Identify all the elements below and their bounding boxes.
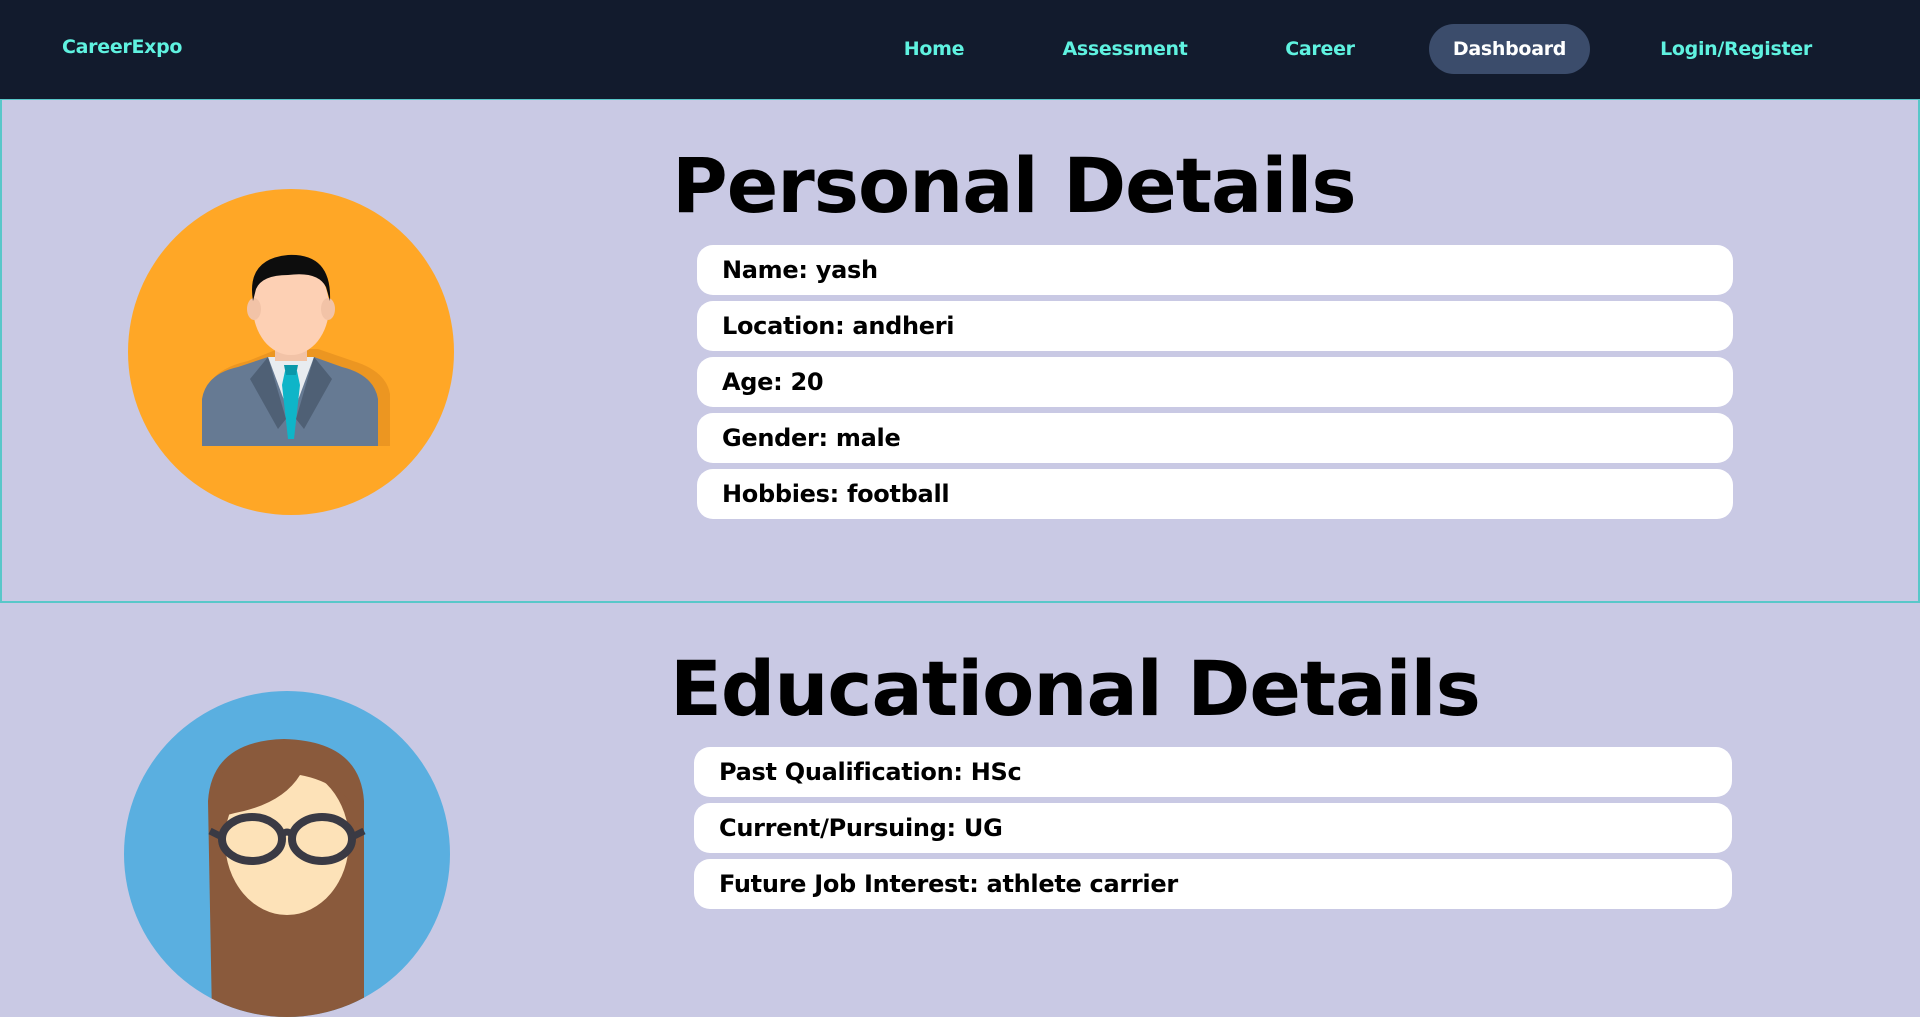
personal-details-title: Personal Details <box>672 141 1357 230</box>
detail-row-future-job-interest: Future Job Interest: athlete carrier <box>694 859 1732 909</box>
educational-details-title: Educational Details <box>670 644 1481 733</box>
detail-row-name: Name: yash <box>697 245 1733 295</box>
educational-details-section: Educational Details Past Qualification: … <box>0 603 1920 1017</box>
detail-row-location: Location: andheri <box>697 301 1733 351</box>
male-avatar-icon <box>128 189 454 515</box>
detail-row-age: Age: 20 <box>697 357 1733 407</box>
brand-logo[interactable]: CareerExpo <box>62 36 182 58</box>
nav-home[interactable]: Home <box>896 24 972 74</box>
nav-career[interactable]: Career <box>1280 24 1360 74</box>
detail-row-past-qualification: Past Qualification: HSc <box>694 747 1732 797</box>
detail-row-hobbies: Hobbies: football <box>697 469 1733 519</box>
detail-row-current-pursuing: Current/Pursuing: UG <box>694 803 1732 853</box>
navbar: CareerExpo Home Assessment Career Dashbo… <box>0 0 1920 99</box>
detail-row-gender: Gender: male <box>697 413 1733 463</box>
nav-dashboard[interactable]: Dashboard <box>1429 24 1590 74</box>
female-avatar-icon <box>124 691 450 1017</box>
personal-details-section: Personal Details Name: yash Location: an… <box>0 99 1920 603</box>
nav-login-register[interactable]: Login/Register <box>1658 24 1814 74</box>
nav-assessment[interactable]: Assessment <box>1062 24 1188 74</box>
